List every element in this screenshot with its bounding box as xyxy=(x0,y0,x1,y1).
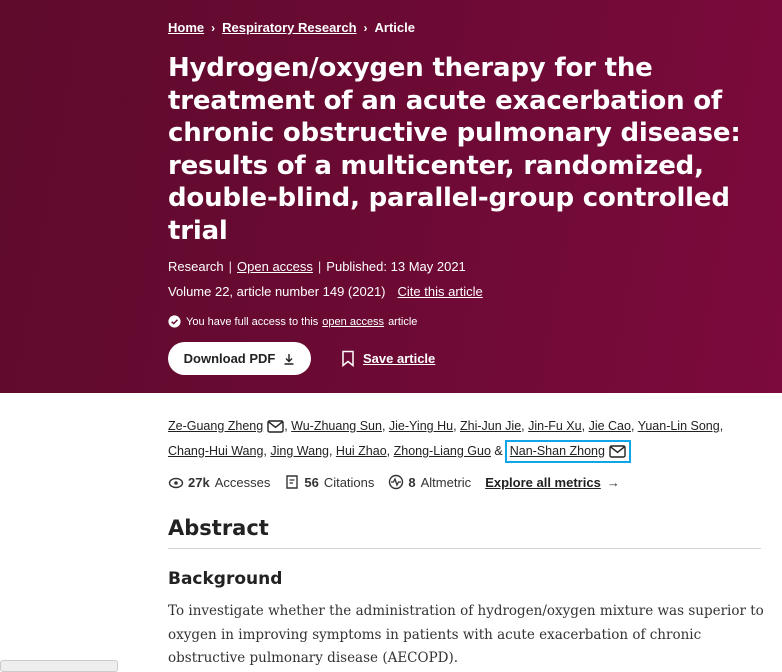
author-link[interactable]: Zhong-Liang Guo xyxy=(394,444,491,458)
author-link[interactable]: Wu-Zhuang Sun xyxy=(291,419,382,433)
access-note: You have full access to this open access… xyxy=(168,315,768,328)
author-link[interactable]: Chang-Hui Wang xyxy=(168,444,263,458)
published-date: Published: 13 May 2021 xyxy=(326,259,466,274)
author-link[interactable]: Ze-Guang Zheng xyxy=(168,419,263,433)
article-type: Research xyxy=(168,259,224,274)
author-link[interactable]: Jin-Fu Xu xyxy=(528,419,582,433)
article-metrics: 27k Accesses 56 Citations 8 Altmetric Ex… xyxy=(168,474,768,490)
author-link[interactable]: Nan-Shan Zhong xyxy=(510,444,605,458)
breadcrumb-home[interactable]: Home xyxy=(168,20,204,35)
check-circle-icon xyxy=(168,315,181,328)
breadcrumb-current: Article xyxy=(374,20,415,35)
altmetric-metric: 8 Altmetric xyxy=(388,474,471,490)
eye-icon xyxy=(168,477,184,489)
accesses-count: 27k xyxy=(188,474,210,490)
author-link[interactable]: Yuan-Lin Song xyxy=(638,419,720,433)
article-title: Hydrogen/oxygen therapy for the treatmen… xyxy=(168,53,741,246)
author-list: Ze-Guang Zheng, Wu-Zhuang Sun, Jie-Ying … xyxy=(168,414,768,464)
chevron-right-icon: › xyxy=(211,20,216,35)
author-ampersand: & xyxy=(494,444,503,458)
status-tooltip xyxy=(0,660,118,672)
mail-icon[interactable] xyxy=(267,420,284,433)
divider: | xyxy=(228,259,233,274)
download-pdf-button[interactable]: Download PDF xyxy=(168,342,311,375)
citations-metric: 56 Citations xyxy=(284,474,374,490)
accesses-label: Accesses xyxy=(214,474,271,490)
altmetric-icon xyxy=(389,474,404,490)
author-link[interactable]: Hui Zhao xyxy=(336,444,387,458)
corresponding-author-highlight[interactable]: Nan-Shan Zhong xyxy=(504,440,631,463)
author-link[interactable]: Jie-Ying Hu xyxy=(389,419,453,433)
bookmark-icon xyxy=(342,350,354,367)
article-actions: Download PDF Save article xyxy=(168,342,768,375)
quote-icon xyxy=(286,475,299,489)
access-note-prefix: You have full access to this xyxy=(186,315,319,328)
accesses-metric: 27k Accesses xyxy=(168,474,270,490)
article-volume-row: Volume 22, article number 149 (2021) Cite… xyxy=(168,284,768,299)
altmetric-label: Altmetric xyxy=(420,474,472,490)
author-link[interactable]: Zhi-Jun Jie xyxy=(460,419,521,433)
access-note-open-access-link[interactable]: open access xyxy=(322,316,384,328)
mail-icon[interactable] xyxy=(609,445,626,458)
breadcrumb-journal[interactable]: Respiratory Research xyxy=(222,20,356,35)
explore-metrics-link[interactable]: Explore all metrics xyxy=(485,475,601,490)
download-pdf-label: Download PDF xyxy=(183,351,276,366)
author-link[interactable]: Jing Wang xyxy=(270,444,329,458)
background-text: To investigate whether the administratio… xyxy=(168,603,764,666)
altmetric-count: 8 xyxy=(408,474,416,490)
cite-this-article-link[interactable]: Cite this article xyxy=(398,284,483,299)
open-access-link[interactable]: Open access xyxy=(237,259,313,274)
arrow-right-icon: → xyxy=(606,474,620,490)
breadcrumb: Home › Respiratory Research › Article xyxy=(168,20,768,35)
author-link[interactable]: Jie Cao xyxy=(589,419,631,433)
divider: | xyxy=(317,259,322,274)
save-article-label: Save article xyxy=(363,351,436,366)
download-icon xyxy=(284,353,294,365)
chevron-right-icon: › xyxy=(363,20,368,35)
abstract-heading: Abstract xyxy=(168,516,761,549)
access-note-suffix: article xyxy=(388,315,418,328)
background-heading: Background xyxy=(168,569,283,589)
volume-info: Volume 22, article number 149 (2021) xyxy=(168,284,386,299)
citations-label: Citations xyxy=(323,474,375,490)
citations-count: 56 xyxy=(304,474,319,490)
article-meta: Research | Open access | Published: 13 May 2… xyxy=(168,259,768,274)
save-article-button[interactable]: Save article xyxy=(341,350,435,367)
